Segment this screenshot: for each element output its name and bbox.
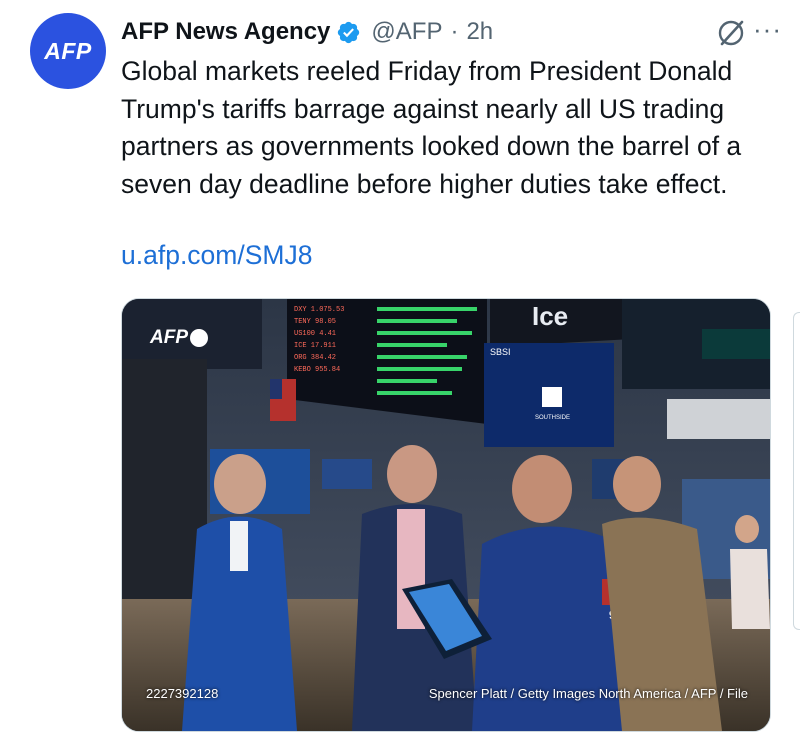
sbsi-label: SBSI <box>490 347 511 357</box>
image-id: 2227392128 <box>146 686 219 701</box>
svg-text:US100 4.41: US100 4.41 <box>294 330 336 338</box>
svg-text:ICE 17.911: ICE 17.911 <box>294 342 336 350</box>
photo-credit: Spencer Platt / Getty Images North Ameri… <box>428 686 748 701</box>
author-handle[interactable]: @AFP <box>371 18 442 46</box>
avatar-text: AFP <box>44 37 92 64</box>
svg-text:ORG 384.42: ORG 384.42 <box>294 354 336 362</box>
watermark-text: AFP <box>150 327 188 348</box>
side-panel-edge <box>793 312 800 630</box>
grok-icon[interactable] <box>716 18 746 48</box>
post-header: AFP News Agency @AFP · 2h <box>121 12 780 52</box>
southside-label: SOUTHSIDE <box>535 415 570 421</box>
watermark-dot-icon <box>190 329 208 347</box>
post-time[interactable]: 2h <box>466 18 493 46</box>
post-photo[interactable]: DXY 1.075.53 TENY 98.05 US100 4.41 ICE 17.… <box>121 298 771 732</box>
author-name[interactable]: AFP News Agency <box>121 18 330 46</box>
trading-floor-scene: DXY 1.075.53 TENY 98.05 US100 4.41 ICE 17.… <box>122 299 770 731</box>
svg-text:TENY 98.05: TENY 98.05 <box>294 318 336 326</box>
verified-badge-icon <box>338 21 360 43</box>
svg-text:DXY 1.075.53: DXY 1.075.53 <box>294 306 344 314</box>
afp-watermark: AFP <box>150 327 208 349</box>
avatar[interactable]: AFP <box>30 13 106 89</box>
more-icon[interactable]: ··· <box>753 14 782 44</box>
ice-logo-text: Ice <box>532 301 568 331</box>
post-text: Global markets reeled Friday from Presid… <box>121 56 742 199</box>
post-link[interactable]: u.afp.com/SMJ8 <box>121 240 312 271</box>
svg-text:KEBO 955.84: KEBO 955.84 <box>294 366 340 374</box>
separator-dot: · <box>450 18 459 45</box>
